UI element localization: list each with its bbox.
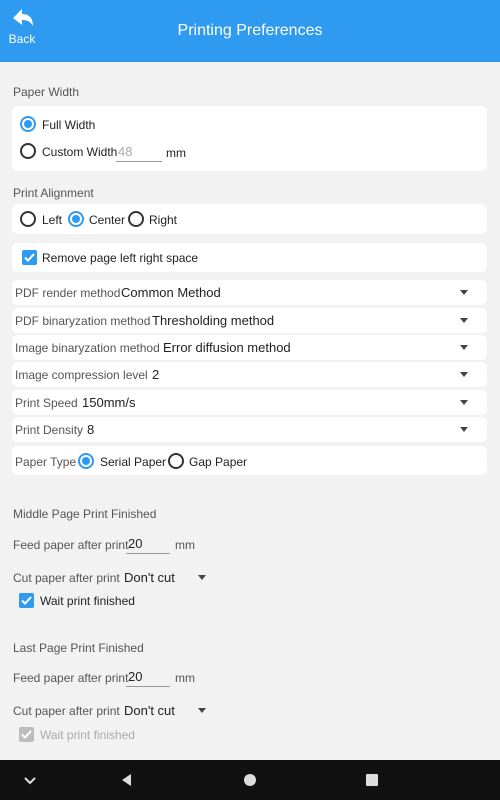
print-speed-label: Print Speed [15,396,78,410]
middle-wait-label: Wait print finished [40,594,135,608]
system-nav-bar [0,760,500,800]
paper-width-section-label: Paper Width [13,85,80,99]
check-icon [24,253,35,262]
middle-feed-label: Feed paper after print [13,538,129,552]
align-left-label: Left [42,213,63,227]
align-center-label: Center [89,213,126,227]
page-title: Printing Preferences [177,22,323,39]
last-page-section-label: Last Page Print Finished [13,641,144,655]
pdf-binarization-row[interactable]: PDF binaryzation method Thresholding met… [12,308,487,333]
image-compression-label: Image compression level [15,368,148,382]
chevron-down-icon [460,400,468,405]
recents-square-icon[interactable] [362,770,382,790]
home-circle-icon[interactable] [240,770,260,790]
middle-feed-value: 20 [128,536,143,551]
middle-wait-checkbox[interactable] [19,593,34,608]
last-feed-value: 20 [128,669,143,684]
remove-space-card: Remove page left right space [12,243,487,272]
print-speed-value: 150mm/s [82,395,136,410]
middle-cut-value: Don't cut [124,570,175,585]
image-compression-value: 2 [152,367,160,382]
image-binarization-value: Error diffusion method [163,340,291,355]
chevron-down-icon [460,345,468,350]
chevron-down-icon[interactable] [20,770,40,790]
chevron-down-icon [460,318,468,323]
print-density-value: 8 [87,422,95,437]
custom-width-unit: mm [166,146,186,160]
paper-width-card: Full Width Custom Width 48 mm [12,106,487,171]
custom-width-radio[interactable] [20,143,36,159]
chevron-down-icon [198,575,206,580]
paper-type-row: Paper Type Serial Paper Gap Paper [12,446,487,475]
pdf-render-label: PDF render method [15,286,121,300]
gap-paper-label: Gap Paper [189,455,248,469]
middle-cut-dropdown[interactable]: Don't cut [122,566,212,588]
custom-width-input[interactable]: 48 [116,142,162,162]
print-density-row[interactable]: Print Density 8 [12,417,487,442]
pdf-render-row[interactable]: PDF render method Common Method [12,280,487,305]
last-feed-label: Feed paper after print [13,671,129,685]
last-wait-label: Wait print finished [40,728,135,742]
pdf-binarization-label: PDF binaryzation method [15,314,151,328]
align-right-label: Right [149,213,178,227]
custom-width-placeholder: 48 [118,144,133,159]
serial-paper-label: Serial Paper [100,455,167,469]
full-width-radio[interactable] [20,116,36,132]
gap-paper-radio[interactable] [168,453,184,469]
chevron-down-icon [460,372,468,377]
middle-feed-input[interactable]: 20 [126,534,170,554]
check-icon [21,730,32,739]
custom-width-label: Custom Width [42,145,118,159]
last-cut-value: Don't cut [124,703,175,718]
app-header: Back Printing Preferences [0,0,500,62]
last-feed-input[interactable]: 20 [126,667,170,687]
back-triangle-icon[interactable] [117,770,137,790]
chevron-down-icon [460,427,468,432]
serial-paper-radio[interactable] [78,453,94,469]
remove-space-checkbox[interactable] [22,250,37,265]
pdf-render-value: Common Method [121,285,221,300]
image-compression-row[interactable]: Image compression level 2 [12,362,487,387]
print-alignment-section-label: Print Alignment [13,186,94,200]
align-center-radio[interactable] [68,211,84,227]
last-cut-label: Cut paper after print [13,704,120,718]
image-binarization-row[interactable]: Image binaryzation method Error diffusio… [12,335,487,360]
middle-cut-label: Cut paper after print [13,571,120,585]
check-icon [21,596,32,605]
last-cut-dropdown[interactable]: Don't cut [122,699,212,721]
chevron-down-icon [198,708,206,713]
pdf-binarization-value: Thresholding method [152,313,275,328]
last-feed-unit: mm [175,671,195,685]
align-right-radio[interactable] [128,211,144,227]
middle-feed-unit: mm [175,538,195,552]
remove-space-label: Remove page left right space [42,251,199,265]
align-left-radio[interactable] [20,211,36,227]
print-density-label: Print Density [15,423,84,437]
middle-page-section-label: Middle Page Print Finished [13,507,157,521]
image-binarization-label: Image binaryzation method [15,341,160,355]
last-wait-checkbox [19,727,34,742]
alignment-card: Left Center Right [12,204,487,234]
full-width-label: Full Width [42,118,96,132]
chevron-down-icon [460,290,468,295]
print-speed-row[interactable]: Print Speed 150mm/s [12,390,487,415]
paper-type-label: Paper Type [15,455,77,469]
